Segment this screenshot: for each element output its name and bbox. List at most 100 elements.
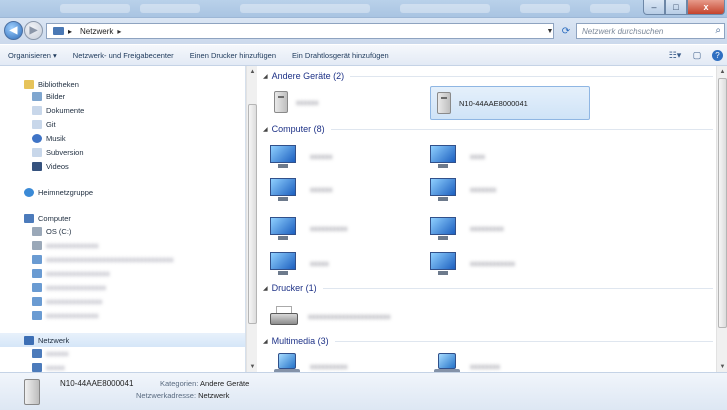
forward-button[interactable]: ▶ <box>24 21 43 40</box>
blurred-label: xxxxxxxxxxxxxxxx <box>46 283 106 292</box>
computer-tile[interactable]: xxxxxx <box>270 172 333 206</box>
media-tile[interactable]: xxxxxxxxxx <box>274 349 348 372</box>
blurred-label: xxxxxxxxxxxxxx <box>46 241 99 250</box>
nav-item-bilder[interactable]: Bilder <box>32 92 65 101</box>
blurred-label: xxxxxxxxxxxxxx <box>46 311 99 320</box>
group-other-devices-label: Andere Geräte (2) <box>271 71 345 81</box>
organize-menu[interactable]: Organisieren ▾ <box>0 51 65 60</box>
network-icon <box>53 27 64 35</box>
computer-icon <box>32 363 42 372</box>
collapse-triangle-icon[interactable]: ◢ <box>263 338 268 345</box>
content-scrollbar[interactable]: ▲ ▼ <box>716 66 727 372</box>
printer-tile[interactable]: xxxxxxxxxxxxxxxxxxxxxx <box>270 299 391 333</box>
details-category-value: Andere Geräte <box>200 379 250 388</box>
address-arrow[interactable]: ▸ <box>68 27 72 36</box>
printer-icon <box>270 305 300 327</box>
computer-label: xxxx <box>470 151 485 161</box>
help-icon[interactable]: ? <box>712 49 723 61</box>
device-tile[interactable]: xxxxxx <box>274 85 424 119</box>
computer-tile[interactable]: xxxxxxx <box>430 172 496 206</box>
pictures-icon <box>32 92 42 101</box>
nav-computer[interactable]: Computer <box>24 214 71 223</box>
nav-item-label: Dokumente <box>46 106 85 115</box>
collapse-triangle-icon[interactable]: ◢ <box>263 285 268 292</box>
address-bar[interactable]: ▸ Netzwerk ▸ <box>46 23 554 39</box>
nav-network[interactable]: Netzwerk <box>0 333 245 347</box>
nav-scrollbar[interactable]: ▲ ▼ <box>246 66 257 372</box>
nav-drive-c[interactable]: OS (C:) <box>32 227 71 236</box>
collapse-triangle-icon[interactable]: ◢ <box>263 126 268 133</box>
device-tile-selected[interactable]: N10-44AAE8000041 <box>430 86 590 120</box>
group-computer-label: Computer (8) <box>271 124 325 134</box>
preview-pane-icon[interactable]: ▢ <box>690 49 704 61</box>
maximize-button[interactable]: □ <box>665 0 687 15</box>
details-address: Netzwerkadresse: Netzwerk <box>136 391 229 400</box>
breadcrumb-network[interactable]: Netzwerk <box>80 27 113 36</box>
details-address-key: Netzwerkadresse: <box>136 391 197 400</box>
breadcrumb-arrow[interactable]: ▸ <box>117 27 121 36</box>
refresh-icon[interactable]: ⟳ <box>558 23 574 39</box>
blurred-title-segment <box>140 4 200 13</box>
add-wireless-button[interactable]: Ein Drahtlosgerät hinzufügen <box>284 51 397 60</box>
nav-drive-blurred[interactable]: xxxxxxxxxxxxxx <box>32 241 99 250</box>
libraries-icon <box>24 80 34 89</box>
details-category: Kategorien: Andere Geräte <box>160 379 249 388</box>
nav-item-musik[interactable]: Musik <box>32 134 66 143</box>
search-input[interactable]: Netzwerk durchsuchen ⌕ <box>576 23 725 39</box>
nav-network-drive[interactable]: xxxxxxxxxxxxxx <box>32 311 99 320</box>
group-printer[interactable]: ◢ Drucker (1) <box>263 283 713 293</box>
computer-icon <box>270 143 300 169</box>
media-tile[interactable]: xxxxxxxx <box>434 349 500 372</box>
computer-icon <box>270 215 300 241</box>
scroll-down-icon[interactable]: ▼ <box>717 361 727 372</box>
nav-network-drive[interactable]: xxxxxxxxxxxxxxxxx <box>32 269 110 278</box>
minimize-button[interactable]: – <box>643 0 665 15</box>
computer-icon <box>32 349 42 358</box>
nav-network-drive[interactable]: xxxxxxxxxxxxxxxxxxxxxxxxxxxxxxxxxx <box>32 255 174 264</box>
computer-tile[interactable]: xxxx <box>430 139 485 173</box>
nav-network-computer[interactable]: xxxxx <box>32 363 65 372</box>
collapse-triangle-icon[interactable]: ◢ <box>263 73 268 80</box>
blurred-label: xxxxxx <box>46 349 69 358</box>
nav-network-drive[interactable]: xxxxxxxxxxxxxxxx <box>32 283 106 292</box>
back-button[interactable]: ◀ <box>4 21 23 40</box>
computer-tile[interactable]: xxxxxxxxx <box>430 211 504 245</box>
close-button[interactable]: x <box>687 0 725 15</box>
computer-tile[interactable]: xxxxxxxxxx <box>270 211 348 245</box>
scroll-up-icon[interactable]: ▲ <box>717 66 727 77</box>
nav-network-drive[interactable]: xxxxxxxxxxxxxxx <box>32 297 102 306</box>
nav-item-subversion[interactable]: Subversion <box>32 148 84 157</box>
nav-network-computer[interactable]: xxxxxx <box>32 349 69 358</box>
address-dropdown-icon[interactable]: ▼ <box>544 23 556 39</box>
nav-item-dokumente[interactable]: Dokumente <box>32 106 84 115</box>
group-multimedia[interactable]: ◢ Multimedia (3) <box>263 336 713 346</box>
network-icon <box>24 335 34 345</box>
group-multimedia-label: Multimedia (3) <box>271 336 329 346</box>
computer-tile[interactable]: xxxxxxxxxxxx <box>430 246 515 280</box>
scroll-down-icon[interactable]: ▼ <box>247 361 258 372</box>
search-placeholder: Netzwerk durchsuchen <box>582 26 664 36</box>
nav-scroll-thumb[interactable] <box>248 104 257 324</box>
address-row: ◀ ▶ ▸ Netzwerk ▸ ▼ ⟳ Netzwerk durchsuche… <box>0 18 727 44</box>
title-bar: – □ x <box>0 0 727 18</box>
blurred-label: xxxxxxxxxxxxxxxxx <box>46 269 110 278</box>
view-options-icon[interactable]: ☷▾ <box>668 49 682 61</box>
network-center-button[interactable]: Netzwerk- und Freigabecenter <box>65 51 182 60</box>
group-computer[interactable]: ◢ Computer (8) <box>263 124 713 134</box>
blurred-title-segment <box>590 4 630 13</box>
network-drive-icon <box>32 269 42 278</box>
computer-tile[interactable]: xxxxxx <box>270 139 333 173</box>
nav-item-videos[interactable]: Videos <box>32 162 69 171</box>
search-icon[interactable]: ⌕ <box>715 25 721 36</box>
drive-icon <box>32 241 42 250</box>
scroll-up-icon[interactable]: ▲ <box>247 66 258 77</box>
add-printer-button[interactable]: Einen Drucker hinzufügen <box>182 51 284 60</box>
blurred-title-segment <box>400 4 490 13</box>
content-scroll-thumb[interactable] <box>718 78 727 328</box>
nav-homegroup[interactable]: Heimnetzgruppe <box>24 188 93 197</box>
group-other-devices[interactable]: ◢ Andere Geräte (2) <box>263 71 713 81</box>
computer-tile[interactable]: xxxxx <box>270 246 329 280</box>
nav-item-git[interactable]: Git <box>32 120 56 129</box>
nav-libraries[interactable]: Bibliotheken <box>24 80 79 89</box>
homegroup-icon <box>24 188 34 197</box>
